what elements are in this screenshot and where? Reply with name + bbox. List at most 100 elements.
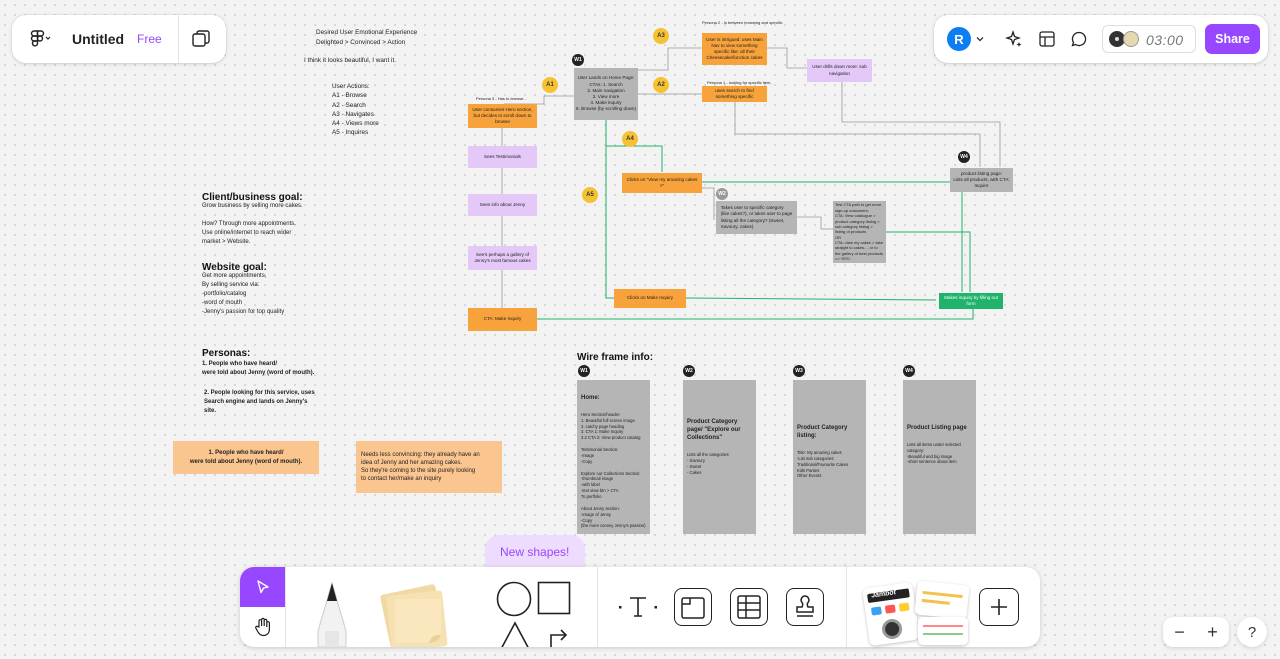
testimonials-sticky[interactable]: Sees Testimonials <box>468 146 537 168</box>
connector <box>685 297 937 301</box>
wireframe-tag-w4[interactable]: W4 <box>903 365 915 377</box>
user-actions-text[interactable]: User Actions: A1 - Browse A2 - Search A3… <box>332 82 379 138</box>
help-button[interactable]: ? <box>1237 617 1267 647</box>
layout-icon[interactable] <box>1037 29 1057 49</box>
label-a5[interactable]: A5 <box>582 187 598 203</box>
wireframe-tag-w3[interactable]: W3 <box>793 365 805 377</box>
table-icon <box>736 594 762 620</box>
triangle-tool[interactable] <box>498 621 532 647</box>
add-more-button[interactable] <box>979 588 1019 626</box>
test-cta-sticky[interactable]: Test CTA path to get more sign-up custom… <box>833 201 886 263</box>
landing-sticky[interactable]: User Lands on Home Page: CTAs: 1. Search… <box>574 68 638 120</box>
persona-2-text[interactable]: 2. People looking for this service, uses… <box>204 389 315 416</box>
product-listing-sticky[interactable]: product listing page: Lists all products… <box>950 168 1013 192</box>
wireframe-w3[interactable]: Product Category listing: Title: My amaz… <box>793 380 866 534</box>
sub-navigation-sticky[interactable]: User drills down more: sub navigation <box>807 59 872 82</box>
chevron-down-icon[interactable] <box>975 34 985 44</box>
persona-1-text[interactable]: 1. People who have heard/ were told abou… <box>202 360 314 378</box>
beautiful-text[interactable]: I think it looks beautiful, I want it. <box>304 56 396 66</box>
website-goal-body[interactable]: Get more appointments, By selling servic… <box>202 272 284 317</box>
widget-timeline-card <box>918 617 968 645</box>
cta-inquiry-sticky[interactable]: CTA: Make Inquiry <box>468 308 537 331</box>
view-cakes-sticky[interactable]: Clicks on "View my amazing cakes >" <box>622 173 702 193</box>
creation-toolbar: New shapes! Jambot <box>240 545 1040 647</box>
wireframe-w3-body: Title: My amazing cakes -List sub catego… <box>797 449 849 479</box>
connector <box>767 47 807 69</box>
collab-toolbar: R 03:00 Share <box>934 15 1268 63</box>
table-tool[interactable] <box>730 588 768 626</box>
figjam-menu-icon[interactable] <box>28 29 52 49</box>
ellipse-tool[interactable] <box>496 581 532 617</box>
wireframe-w2[interactable]: Product Category page/ "Explore our Coll… <box>683 380 756 534</box>
connector-tool[interactable] <box>545 621 571 647</box>
wireframe-w3-title: Product Category listing: <box>797 424 848 439</box>
gallery-sticky[interactable]: See's perhaps a gallery of Jenny's most … <box>468 246 537 270</box>
sticky-note-tool[interactable] <box>375 579 450 647</box>
timer-widget[interactable]: 03:00 <box>1102 25 1196 53</box>
flow-connectors <box>501 47 1001 320</box>
label-a2[interactable]: A2 <box>653 77 669 93</box>
hand-icon <box>254 617 272 637</box>
toolbar-divider <box>178 15 179 63</box>
text-tool[interactable] <box>619 588 657 626</box>
browse-start-sticky[interactable]: User consumes Hero section, but decides … <box>468 104 537 128</box>
hand-tool[interactable] <box>240 607 285 647</box>
wireframe-w1-title: Home: <box>581 394 600 401</box>
wireframe-tag-w2[interactable]: W2 <box>683 365 695 377</box>
wireframe-title[interactable]: Wire frame info: <box>577 350 653 365</box>
personas-title[interactable]: Personas: <box>202 346 250 361</box>
pen-tool[interactable] <box>312 581 352 647</box>
zoom-in-button[interactable]: + <box>1196 622 1229 643</box>
timer-display: 03:00 <box>1146 32 1184 48</box>
share-button[interactable]: Share <box>1205 24 1260 54</box>
zoom-out-button[interactable]: − <box>1163 622 1196 643</box>
timer-icon[interactable] <box>1123 31 1139 47</box>
circle-icon <box>496 581 532 617</box>
click-inquiry-sticky[interactable]: Clicks on Make Inquiry <box>614 289 686 308</box>
pages-icon[interactable] <box>190 29 212 49</box>
search-specific-sticky[interactable]: uses search to find something specific <box>702 86 767 102</box>
client-goal-body[interactable]: Grow business by selling more cakes. How… <box>202 202 303 247</box>
label-w4[interactable]: W4 <box>958 151 970 163</box>
persona-3-caption[interactable]: Persona 3 - Has to browse... <box>476 96 527 102</box>
persona-1-sticky[interactable]: 1. People who have heard/ were told abou… <box>173 441 319 474</box>
label-a3[interactable]: A3 <box>653 28 669 44</box>
section-tool[interactable] <box>674 588 712 626</box>
connector <box>638 47 702 71</box>
avatar[interactable]: R <box>947 27 971 51</box>
text-icon <box>618 595 658 619</box>
plan-badge[interactable]: Free <box>137 32 162 46</box>
label-a4[interactable]: A4 <box>622 131 638 147</box>
plus-icon <box>989 597 1009 617</box>
wireframe-tag-w1[interactable]: W1 <box>578 365 590 377</box>
connector <box>734 102 981 167</box>
persona-2-caption[interactable]: Persona 2 - Is between browsing and spec… <box>702 20 783 26</box>
section-icon <box>680 594 706 620</box>
connector <box>841 82 1001 167</box>
widget-chart-card <box>914 580 970 620</box>
emotional-experience-text[interactable]: Desired User Emotional Experience Deligh… <box>316 28 417 47</box>
intrigued-sticky[interactable]: User is intrigued: uses Main Nav to view… <box>702 33 767 65</box>
rectangle-tool[interactable] <box>537 581 571 615</box>
persona-1-note-sticky[interactable]: Needs less convincing: they already have… <box>356 441 502 493</box>
widgets[interactable]: Jambot <box>862 580 972 647</box>
wireframe-w4[interactable]: Product Listing page Lists all items und… <box>903 380 976 534</box>
takes-user-sticky[interactable]: Takes user to specific category (like ca… <box>716 201 797 234</box>
stamp-tool[interactable] <box>786 588 824 626</box>
file-toolbar: Untitled Free <box>12 15 226 63</box>
select-tool[interactable] <box>240 567 285 607</box>
stamp-icon <box>792 594 818 620</box>
comment-icon[interactable] <box>1069 29 1089 49</box>
label-w2[interactable]: W2 <box>716 188 728 200</box>
label-a1[interactable]: A1 <box>542 77 558 93</box>
label-w1[interactable]: W1 <box>572 54 584 66</box>
info-jenny-sticky[interactable]: Sees info about Jenny <box>468 194 537 216</box>
wireframe-w4-body: Lists all items under selected category:… <box>907 441 961 465</box>
wireframe-w1[interactable]: Home: Hero Section/header: 1. Beautiful … <box>577 380 650 534</box>
pen-icon <box>317 581 347 647</box>
file-name[interactable]: Untitled <box>72 31 124 47</box>
square-icon <box>537 581 571 615</box>
widget-sticker-card: Jambot <box>862 581 920 647</box>
ai-sparkle-icon[interactable] <box>1004 29 1024 49</box>
make-inquiry-form-sticky[interactable]: Makes inquiry by filling out form <box>939 293 1003 309</box>
